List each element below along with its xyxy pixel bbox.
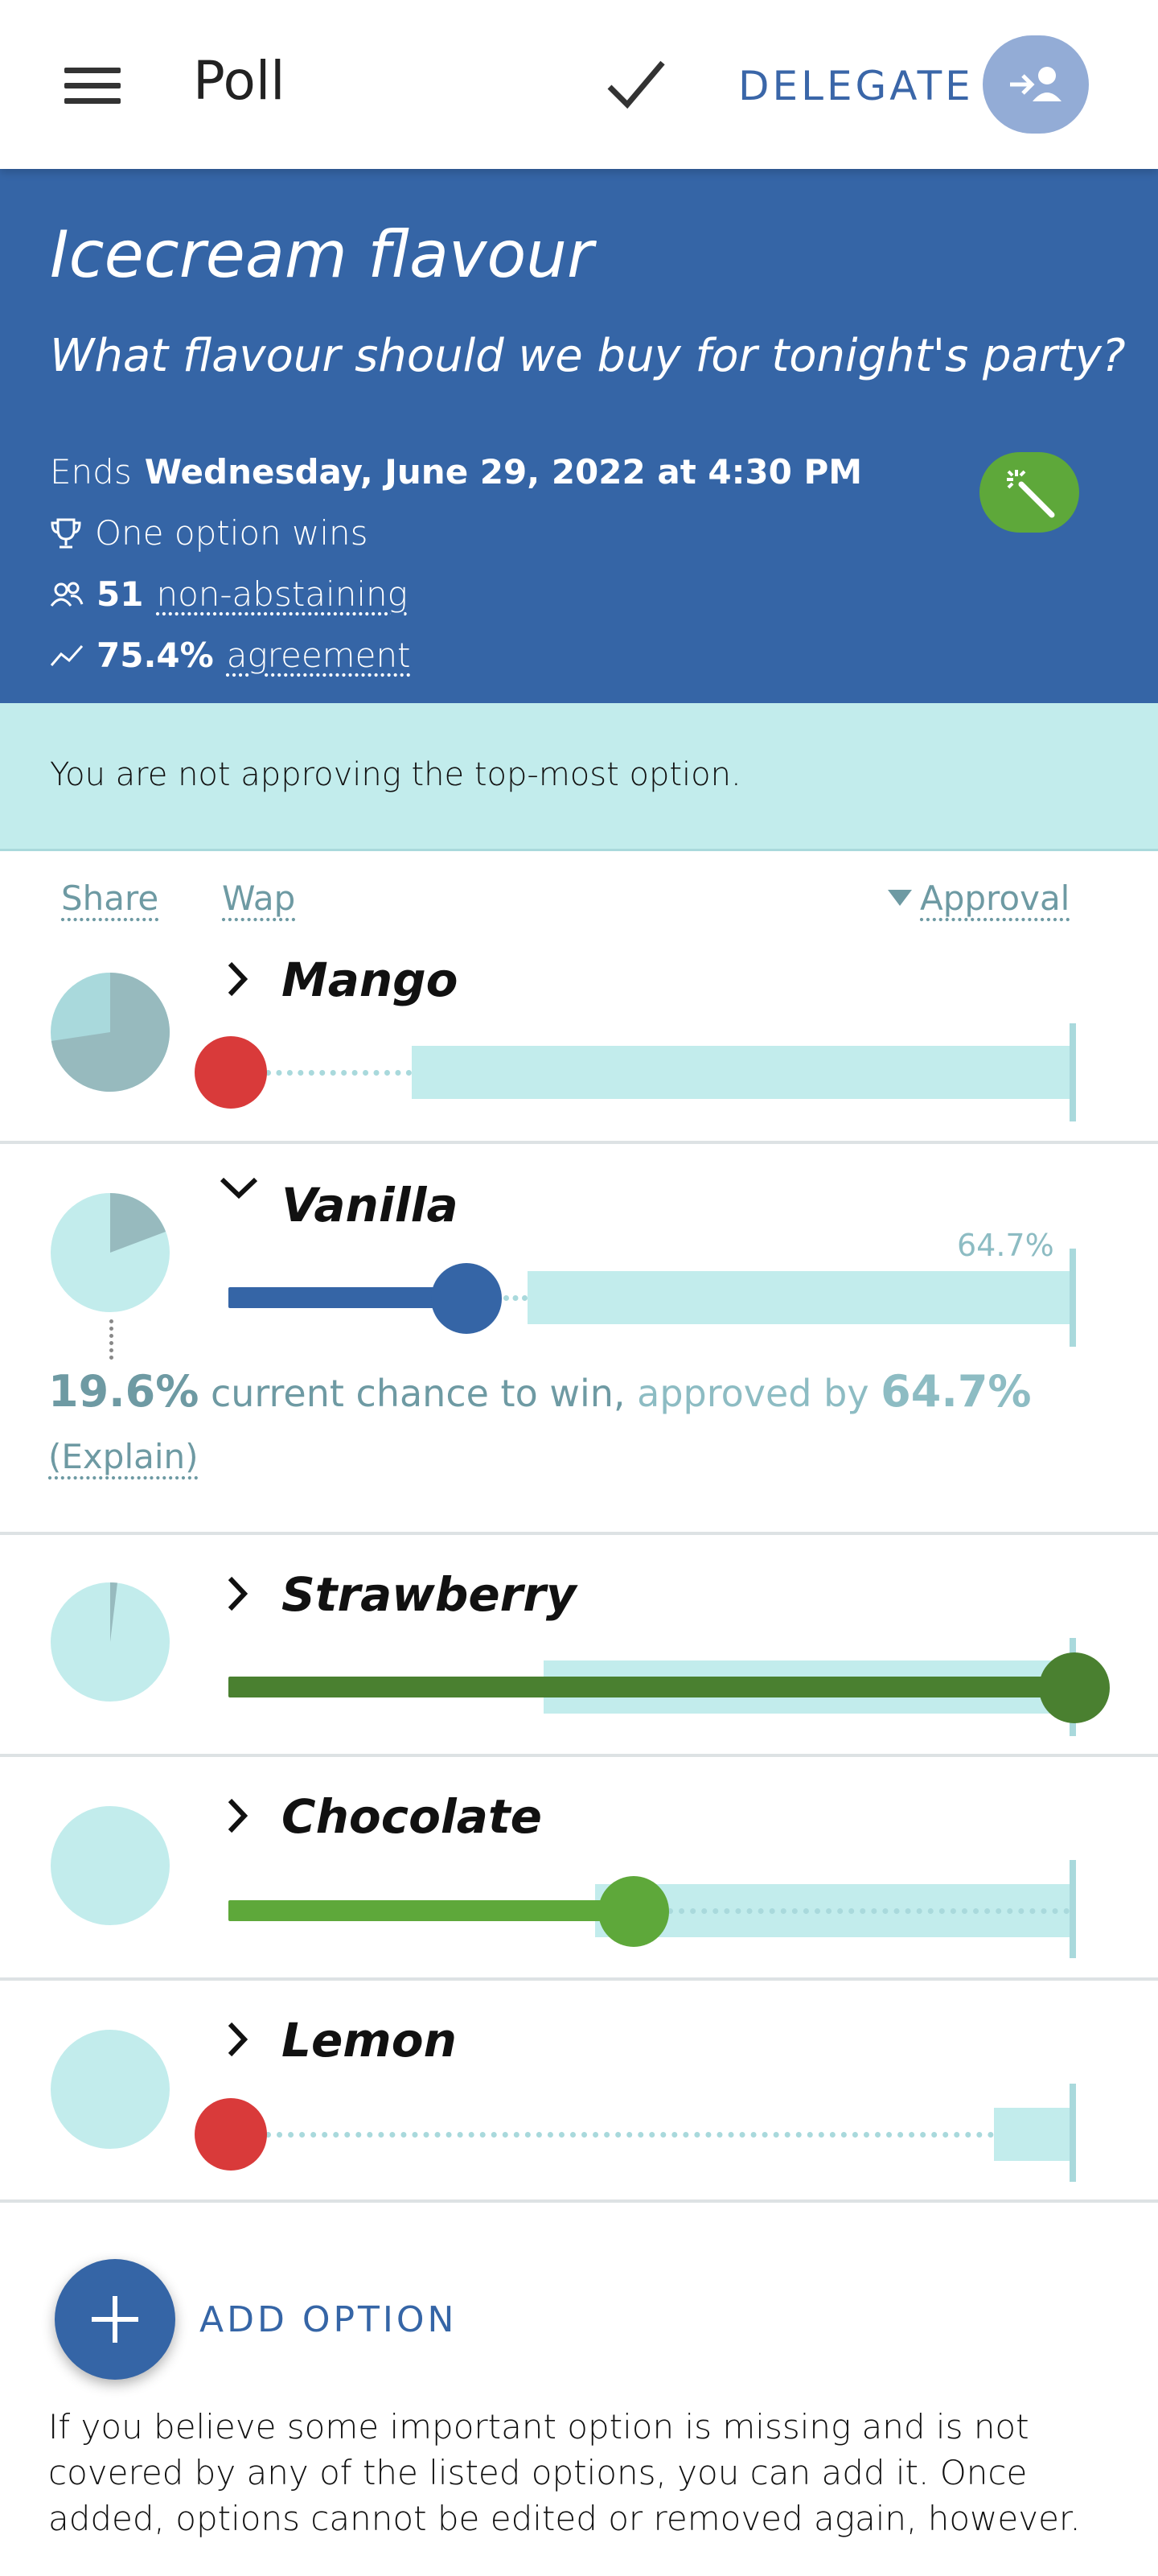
participants-count: 51 <box>96 574 144 614</box>
delegate-button[interactable]: DELEGATE <box>738 63 974 109</box>
vote-handle-reject[interactable] <box>195 2098 267 2171</box>
vote-handle-approve[interactable] <box>598 1876 669 1947</box>
win-chance-value: 19.6% <box>48 1366 199 1417</box>
share-pie <box>51 2030 170 2149</box>
share-pie <box>51 1193 170 1312</box>
plus-icon <box>113 2296 117 2343</box>
sort-desc-icon[interactable] <box>888 890 912 906</box>
rule-text: One option wins <box>95 513 368 553</box>
wap-dotted-line <box>503 1295 528 1301</box>
column-approval[interactable]: Approval <box>920 879 1070 918</box>
option-row-strawberry[interactable]: Strawberry <box>0 1535 1158 1757</box>
column-wap[interactable]: Wap <box>222 879 295 918</box>
option-name[interactable]: Vanilla <box>281 1178 458 1232</box>
chevron-down-icon[interactable] <box>219 1168 259 1208</box>
vote-handle-neutral[interactable] <box>431 1263 502 1334</box>
option-name[interactable]: Chocolate <box>281 1789 542 1844</box>
win-chance-text: current chance to win, <box>210 1372 626 1415</box>
option-name[interactable]: Strawberry <box>281 1567 577 1622</box>
add-option-label[interactable]: ADD OPTION <box>199 2299 457 2340</box>
notice-banner: You are not approving the top-most optio… <box>0 703 1158 851</box>
wap-dotted-line <box>265 1070 412 1076</box>
chevron-right-icon[interactable] <box>219 959 259 999</box>
deadline-prefix: Ends <box>50 452 132 492</box>
notice-text: You are not approving the top-most optio… <box>50 756 741 793</box>
win-chance-summary: 19.6% current chance to win, approved by… <box>48 1366 1032 1417</box>
menu-icon[interactable] <box>64 68 121 104</box>
add-option-button[interactable] <box>55 2259 175 2380</box>
poll-deadline: Ends Wednesday, June 29, 2022 at 4:30 PM <box>50 452 862 492</box>
wap-line <box>228 1900 630 1921</box>
explain-link[interactable]: (Explain) <box>48 1437 199 1476</box>
vote-handle-reject[interactable] <box>195 1036 267 1109</box>
approved-by-value: 64.7% <box>881 1366 1032 1417</box>
approval-bar <box>412 1046 1076 1099</box>
delegate-icon[interactable] <box>983 35 1089 134</box>
deadline-date: Wednesday, June 29, 2022 at 4:30 PM <box>144 452 863 492</box>
option-row-chocolate[interactable]: Chocolate <box>0 1757 1158 1981</box>
column-share[interactable]: Share <box>61 879 158 918</box>
approval-bar-end <box>1070 1860 1076 1958</box>
share-pie <box>51 1806 170 1925</box>
chevron-right-icon[interactable] <box>219 1796 259 1836</box>
chevron-right-icon[interactable] <box>219 2019 259 2060</box>
share-pie <box>51 973 170 1092</box>
approval-bar <box>528 1271 1076 1324</box>
approval-bar-end <box>1070 1249 1076 1347</box>
option-name[interactable]: Lemon <box>281 2013 457 2068</box>
people-icon <box>50 582 84 607</box>
pie-connector <box>109 1319 113 1360</box>
poll-rule: One option wins <box>50 513 368 553</box>
magic-wand-button[interactable] <box>979 452 1079 533</box>
option-row-lemon[interactable]: Lemon <box>0 1981 1158 2203</box>
option-name[interactable]: Mango <box>281 953 458 1007</box>
poll-title: Icecream flavour <box>50 217 593 292</box>
approval-bar-end <box>1070 2084 1076 2182</box>
magic-wand-icon <box>1007 470 1055 518</box>
agreement-value: 75.4% <box>96 636 214 675</box>
check-icon[interactable] <box>605 56 667 113</box>
chevron-right-icon[interactable] <box>219 1574 259 1614</box>
trend-icon <box>50 644 84 666</box>
poll-participants: 51 non-abstaining <box>50 574 408 614</box>
vote-handle-approve[interactable] <box>1039 1652 1110 1723</box>
app-bar: Poll DELEGATE <box>0 0 1158 169</box>
poll-header: Icecream flavour What flavour should we … <box>0 169 1158 703</box>
approved-by-text: approved by <box>637 1372 869 1415</box>
poll-question: What flavour should we buy for tonight's… <box>50 330 1126 382</box>
option-row-mango[interactable]: Mango <box>0 940 1158 1144</box>
add-option-help: If you believe some important option is … <box>48 2407 1081 2538</box>
wap-dotted-line <box>265 2132 994 2138</box>
trophy-icon <box>51 518 81 548</box>
approval-bar-end <box>1070 1023 1076 1121</box>
share-pie <box>51 1582 170 1702</box>
approval-bar <box>994 2108 1076 2161</box>
wap-line <box>228 1677 1076 1697</box>
wap-dotted-line <box>667 1908 1070 1914</box>
poll-agreement: 75.4% agreement <box>50 636 411 675</box>
participants-link[interactable]: non-abstaining <box>156 574 407 614</box>
option-row-vanilla[interactable]: Vanilla 64.7% <box>0 1144 1158 1535</box>
page-title: Poll <box>193 50 285 112</box>
agreement-link[interactable]: agreement <box>227 636 411 675</box>
approval-percent: 64.7% <box>957 1228 1054 1263</box>
